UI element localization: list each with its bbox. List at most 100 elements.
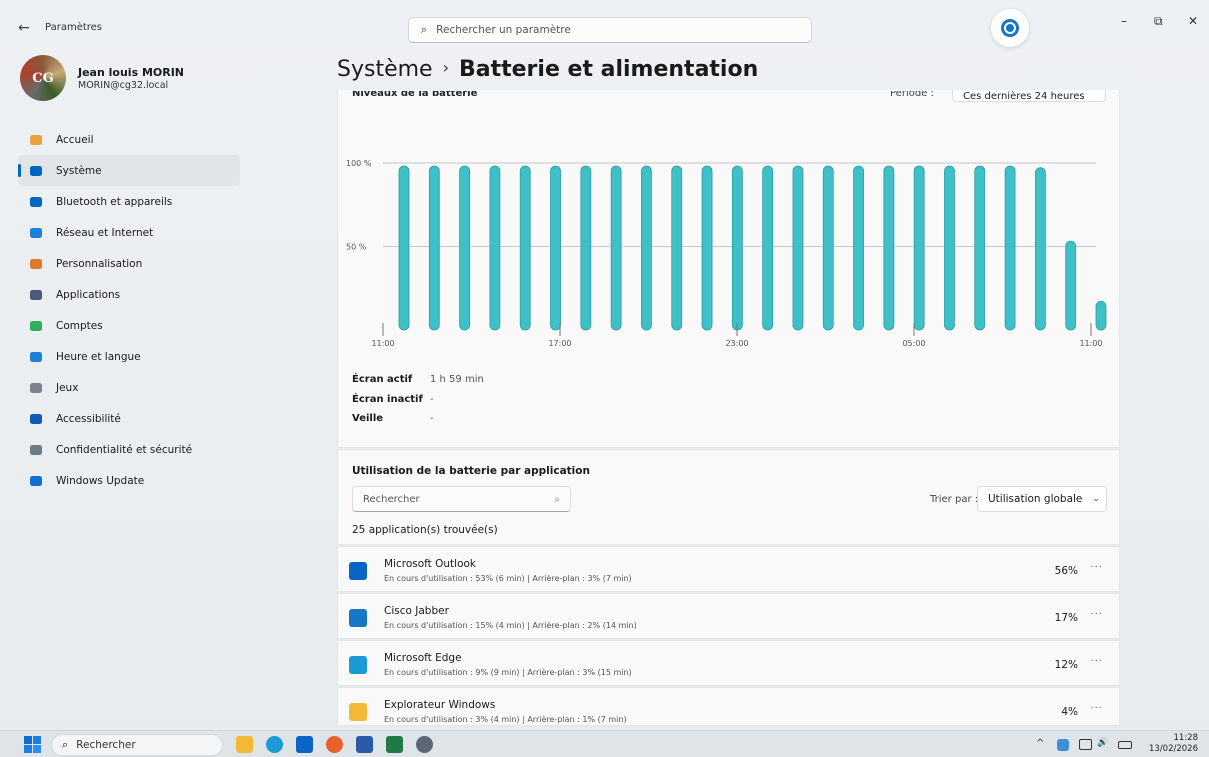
stat-value: 1 h 59 min <box>430 374 484 386</box>
settings-icon[interactable] <box>416 736 433 753</box>
settings-search-input[interactable]: ⌕ Rechercher un paramètre <box>408 17 812 43</box>
start-button[interactable] <box>24 736 41 753</box>
sidebar-item-account[interactable]: Comptes <box>18 310 240 341</box>
sidebar-item-label: Bluetooth et appareils <box>56 195 173 208</box>
sort-select[interactable]: Utilisation globale ⌄ <box>977 486 1107 512</box>
display-icon[interactable] <box>1079 739 1092 750</box>
sidebar-item-accessibility[interactable]: Accessibilité <box>18 403 240 434</box>
home-icon <box>28 132 44 148</box>
stat-label: Écran inactif <box>352 393 423 405</box>
battery-bar[interactable] <box>519 165 531 331</box>
sidebar-item-label: Heure et langue <box>56 350 141 363</box>
outlook-icon[interactable] <box>296 736 313 753</box>
battery-bar[interactable] <box>883 165 895 331</box>
battery-bar[interactable] <box>974 165 986 331</box>
app-search-input[interactable]: Rechercher ⌕ <box>352 486 571 512</box>
app-name: Microsoft Outlook <box>384 558 477 570</box>
y-tick-label: 50 % <box>346 243 367 252</box>
battery-bar[interactable] <box>1065 240 1077 331</box>
battery-bar[interactable] <box>853 165 864 331</box>
sidebar-item-gamepad[interactable]: Jeux <box>18 372 240 403</box>
sidebar-item-bluetooth[interactable]: Bluetooth et appareils <box>18 186 240 217</box>
breadcrumb-parent[interactable]: Système <box>337 57 433 82</box>
battery-bar[interactable] <box>398 165 410 331</box>
sidebar-item-apps[interactable]: Applications <box>18 279 240 310</box>
more-options-button[interactable]: ··· <box>1090 609 1103 620</box>
sidebar-item-windows-update[interactable]: Windows Update <box>18 465 240 496</box>
battery-bar[interactable] <box>580 165 592 331</box>
app-usage-card: Utilisation de la batterie par applicati… <box>337 449 1120 545</box>
x-tick-label: 11:00 <box>1079 339 1102 348</box>
bluetooth-icon <box>28 194 44 210</box>
more-options-button[interactable]: ··· <box>1090 562 1103 573</box>
battery-bar[interactable] <box>550 165 561 331</box>
battery-bar[interactable] <box>822 165 834 331</box>
minimize-button[interactable]: – <box>1121 14 1127 28</box>
battery-bar[interactable] <box>731 165 743 331</box>
battery-bar[interactable] <box>489 165 501 331</box>
windows-update-icon <box>28 473 44 489</box>
app-detail: En cours d'utilisation : 9% (9 min) | Ar… <box>384 668 632 677</box>
x-tick-label: 23:00 <box>725 339 748 348</box>
battery-bar[interactable] <box>671 165 683 331</box>
globe-clock-icon <box>28 349 44 365</box>
search-icon: ⌕ <box>421 23 428 36</box>
battery-bar[interactable] <box>1095 300 1107 331</box>
battery-bar[interactable] <box>792 165 804 331</box>
sidebar-item-globe-clock[interactable]: Heure et langue <box>18 341 240 372</box>
brush-icon <box>28 256 44 272</box>
battery-bar[interactable] <box>701 165 713 331</box>
profile-email: MORIN@cg32.local <box>78 79 169 91</box>
maximize-button[interactable]: ⧉ <box>1154 14 1163 29</box>
user-profile[interactable]: CG Jean louis MORIN MORIN@cg32.local <box>20 55 184 101</box>
clock[interactable]: 11:28 13/02/2026 <box>1149 733 1198 755</box>
file-explorer-icon[interactable] <box>236 736 253 753</box>
word-icon[interactable] <box>356 736 373 753</box>
battery-bar[interactable] <box>944 165 955 331</box>
battery-bar[interactable] <box>1034 167 1046 331</box>
stat-value: - <box>430 393 434 405</box>
edge-icon[interactable] <box>266 736 283 753</box>
app-search-placeholder: Rechercher <box>363 493 420 505</box>
battery-bar[interactable] <box>610 165 622 331</box>
battery-bar[interactable] <box>762 165 774 331</box>
app-usage-row[interactable]: Explorateur Windows En cours d'utilisatio… <box>337 687 1120 726</box>
battery-bar[interactable] <box>913 165 925 331</box>
app-usage-row[interactable]: Cisco Jabber En cours d'utilisation : 15%… <box>337 593 1120 639</box>
battery-icon[interactable] <box>1118 741 1132 749</box>
edge-icon <box>349 656 367 674</box>
firefox-icon[interactable] <box>326 736 343 753</box>
speaker-icon[interactable]: 🔊 <box>1097 738 1108 748</box>
sidebar-item-system[interactable]: Système <box>18 155 240 186</box>
app-usage-row[interactable]: Microsoft Outlook En cours d'utilisation … <box>337 546 1120 592</box>
system-icon <box>28 163 44 179</box>
close-button[interactable]: ✕ <box>1188 14 1198 28</box>
battery-bar[interactable] <box>1004 165 1016 331</box>
taskbar-search-placeholder: Rechercher <box>76 739 136 751</box>
sidebar-item-wifi[interactable]: Réseau et Internet <box>18 217 240 248</box>
apps-count: 25 application(s) trouvée(s) <box>352 524 498 536</box>
app-percent: 56% <box>1054 565 1078 577</box>
sidebar-item-label: Personnalisation <box>56 257 143 270</box>
sidebar-item-shield[interactable]: Confidentialité et sécurité <box>18 434 240 465</box>
taskbar-search[interactable]: ⌕ Rechercher <box>51 734 223 756</box>
more-options-button[interactable]: ··· <box>1090 703 1103 714</box>
sidebar-item-home[interactable]: Accueil <box>18 124 240 155</box>
excel-icon[interactable] <box>386 736 403 753</box>
clock-date: 13/02/2026 <box>1149 744 1198 754</box>
battery-bar[interactable] <box>641 165 652 331</box>
battery-bar[interactable] <box>428 165 440 331</box>
back-button[interactable]: ← <box>18 20 30 36</box>
app-usage-row[interactable]: Microsoft Edge En cours d'utilisation : 9… <box>337 640 1120 686</box>
sort-label: Trier par : <box>930 494 979 505</box>
battery-bar[interactable] <box>459 165 471 331</box>
more-options-button[interactable]: ··· <box>1090 656 1103 667</box>
breadcrumb: Système › Batterie et alimentation <box>337 57 758 82</box>
tray-app-icon[interactable] <box>1057 739 1069 751</box>
shield-icon <box>28 442 44 458</box>
sidebar-item-label: Windows Update <box>56 474 145 487</box>
jabber-floating-icon[interactable] <box>991 9 1029 47</box>
tray-chevron-icon[interactable]: ^ <box>1036 738 1044 749</box>
search-icon: ⌕ <box>62 738 69 751</box>
sidebar-item-brush[interactable]: Personnalisation <box>18 248 240 279</box>
